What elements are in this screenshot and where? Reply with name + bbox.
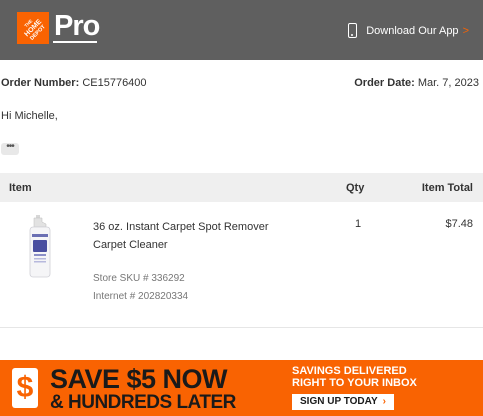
product-qty: 1 bbox=[355, 218, 362, 230]
chevron-right-icon: › bbox=[382, 396, 386, 407]
order-number: Order Number: CE15776400 bbox=[1, 77, 147, 89]
savings-text: SAVINGS DELIVERED RIGHT TO YOUR INBOX bbox=[292, 365, 417, 389]
store-sku: Store SKU # 336292 bbox=[93, 273, 185, 284]
order-number-value: CE15776400 bbox=[82, 77, 147, 89]
column-header-qty: Qty bbox=[346, 182, 365, 194]
row-divider bbox=[0, 327, 483, 328]
column-header-item: Item bbox=[9, 182, 32, 194]
product-name-line1: 36 oz. Instant Carpet Spot Remover bbox=[93, 221, 269, 233]
savings-line1: SAVINGS DELIVERED bbox=[292, 365, 407, 377]
greeting: Hi Michelle, bbox=[1, 110, 58, 122]
dollar-icon: $ bbox=[12, 368, 38, 408]
home-depot-logo[interactable]: THE HOME DEPOT bbox=[17, 12, 49, 44]
order-date-label: Order Date: bbox=[354, 77, 415, 89]
order-date: Order Date: Mar. 7, 2023 bbox=[354, 77, 479, 89]
table-header: Item Qty Item Total bbox=[0, 173, 483, 202]
product-image[interactable] bbox=[24, 215, 54, 279]
pro-label: Pro bbox=[54, 10, 100, 42]
download-app-label: Download Our App bbox=[366, 24, 459, 37]
column-header-total: Item Total bbox=[421, 182, 473, 194]
chevron-right-icon: > bbox=[462, 24, 469, 37]
order-number-label: Order Number: bbox=[1, 77, 80, 89]
sign-up-button[interactable]: SIGN UP TODAY › bbox=[292, 394, 394, 410]
order-date-value: Mar. 7, 2023 bbox=[417, 77, 479, 89]
email-header: THE HOME DEPOT Pro Download Our App > bbox=[0, 0, 483, 60]
phone-icon bbox=[348, 23, 358, 38]
savings-line2: RIGHT TO YOUR INBOX bbox=[292, 377, 417, 389]
promo-banner[interactable]: $ SAVE $5 NOW & HUNDREDS LATER SAVINGS D… bbox=[0, 360, 483, 416]
internet-number: Internet # 202820334 bbox=[93, 291, 189, 302]
show-more-button[interactable]: ••• bbox=[1, 142, 19, 155]
pro-underline bbox=[53, 41, 97, 43]
product-name-line2: Carpet Cleaner bbox=[93, 239, 168, 251]
sign-up-label: SIGN UP TODAY bbox=[300, 396, 378, 407]
product-total: $7.48 bbox=[445, 218, 473, 230]
product-name-link[interactable]: 36 oz. Instant Carpet Spot Remover Carpe… bbox=[93, 218, 293, 254]
promo-headline: SAVE $5 NOW bbox=[50, 364, 228, 394]
download-app-link[interactable]: Download Our App > bbox=[348, 23, 469, 38]
promo-subheadline: & HUNDREDS LATER bbox=[50, 392, 236, 413]
